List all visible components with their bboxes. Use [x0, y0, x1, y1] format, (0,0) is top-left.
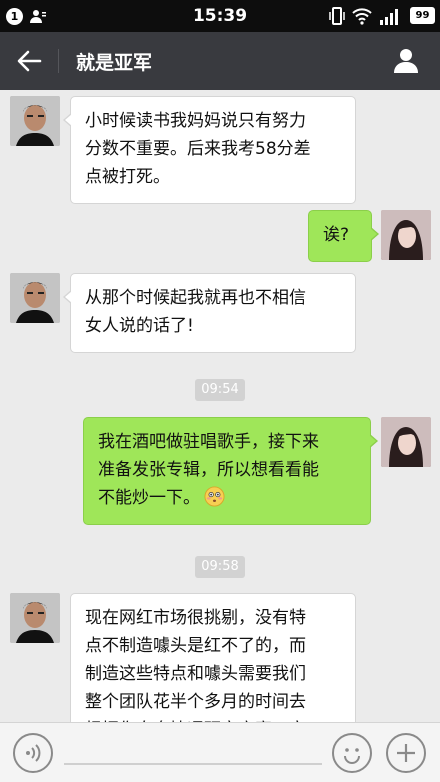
message-text: 诶? — [323, 225, 350, 245]
message-bubble-sent[interactable]: 诶? — [308, 210, 379, 262]
person-icon[interactable] — [392, 46, 420, 74]
chat-title: 就是亚军 — [76, 52, 153, 74]
voice-button[interactable] — [13, 733, 53, 773]
message-bubble-sent[interactable]: 我在酒吧做驻唱歌手，接下来 准备发张专辑，所以想看看能 不能炒一下。 — [83, 417, 378, 525]
message-text: 现在网红市场很挑剔，没有特 点不制造噱头是红不了的，而 制造这些特点和噱头需要我… — [85, 608, 306, 732]
contact-avatar[interactable] — [10, 273, 60, 323]
chat-input-bar — [0, 722, 440, 782]
message-text: 小时候读书我妈妈说只有努力 分数不重要。后来我考58分差 点被打死。 — [85, 111, 311, 187]
message-timestamp: 09:58 — [195, 556, 245, 578]
wifi-icon — [352, 8, 372, 25]
self-avatar[interactable] — [381, 210, 431, 260]
contact-avatar[interactable] — [10, 96, 60, 146]
self-avatar[interactable] — [381, 417, 431, 467]
message-text: 从那个时候起我就再也不相信 女人说的话了! — [85, 288, 306, 336]
contact-avatar[interactable] — [10, 593, 60, 643]
emoji-button[interactable] — [332, 733, 372, 773]
status-time: 15:39 — [192, 6, 248, 26]
message-timestamp: 09:54 — [195, 379, 245, 401]
voice-wave-icon — [26, 744, 41, 762]
plus-icon — [397, 744, 415, 762]
message-bubble-received[interactable]: 现在网红市场很挑剔，没有特 点不制造噱头是红不了的，而 制造这些特点和噱头需要我… — [70, 593, 356, 733]
message-bubble-received[interactable]: 小时候读书我妈妈说只有努力 分数不重要。后来我考58分差 点被打死。 — [63, 96, 356, 204]
vibrate-icon — [329, 7, 345, 25]
chat-header: 就是亚军 — [0, 32, 440, 90]
battery-icon: 99 — [410, 7, 435, 24]
header-divider — [58, 49, 59, 73]
flushed-face-icon — [204, 486, 225, 507]
signal-icon — [380, 9, 398, 25]
status-bar: 1 15:39 99 — [0, 0, 440, 32]
arrow-left-icon[interactable] — [16, 48, 42, 74]
smiley-icon — [344, 748, 360, 764]
message-input[interactable] — [64, 763, 322, 765]
more-button[interactable] — [386, 733, 426, 773]
message-bubble-received[interactable]: 从那个时候起我就再也不相信 女人说的话了! — [63, 273, 356, 353]
